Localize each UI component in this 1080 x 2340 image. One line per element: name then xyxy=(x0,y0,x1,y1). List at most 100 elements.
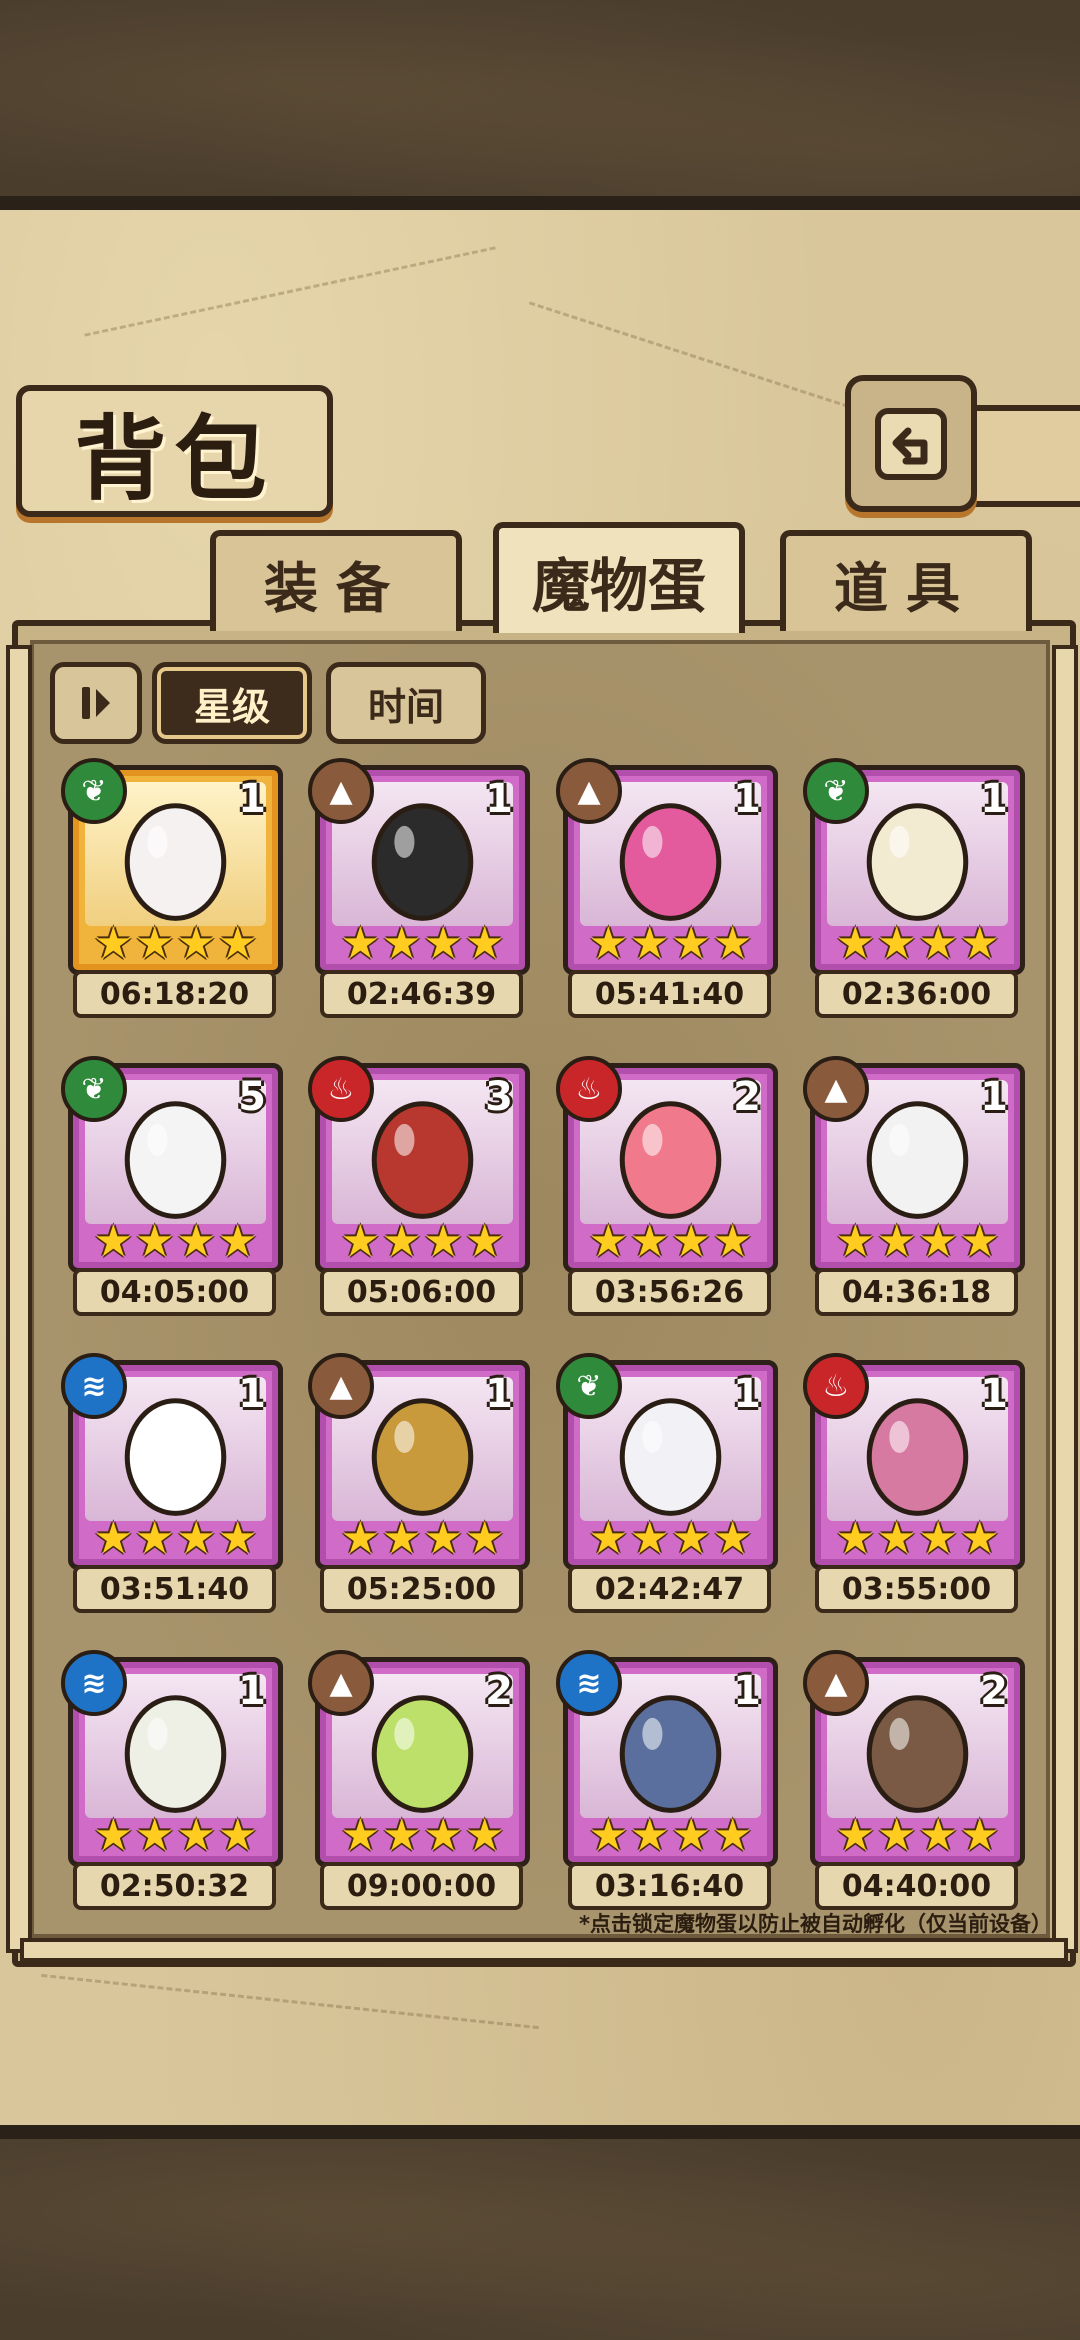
hatch-timer: 02:46:39 xyxy=(320,970,523,1018)
star-icon: ★ xyxy=(423,918,463,969)
sort-order-toggle[interactable] xyxy=(50,662,142,744)
egg-card[interactable]: ▲ 1 ★ ★ ★ ★ xyxy=(803,1056,1025,1273)
star-icon: ★ xyxy=(835,1810,876,1861)
map-route xyxy=(41,1973,539,2030)
star-icon: ★ xyxy=(382,1216,422,1267)
star-rating: ★ ★ ★ ★ xyxy=(83,922,268,966)
nature-icon: ❦ xyxy=(61,1056,127,1122)
star-icon: ★ xyxy=(176,1216,216,1267)
egg-card[interactable]: ▲ 1 ★ ★ ★ ★ xyxy=(308,758,530,975)
star-icon: ★ xyxy=(340,918,381,969)
star-icon: ★ xyxy=(671,1513,711,1564)
egg-card[interactable]: ▲ 1 ★ ★ ★ ★ xyxy=(308,1353,530,1570)
egg-card[interactable]: ▲ 2 ★ ★ ★ ★ xyxy=(803,1650,1025,1867)
star-icon: ★ xyxy=(918,918,958,969)
hatch-timer: 03:51:40 xyxy=(73,1565,276,1613)
star-rating: ★ ★ ★ ★ xyxy=(330,922,515,966)
board-rail-bottom xyxy=(20,1938,1068,1962)
egg-card[interactable]: ≋ 1 ★ ★ ★ ★ xyxy=(61,1650,283,1867)
star-icon: ★ xyxy=(835,918,876,969)
star-icon: ★ xyxy=(217,1513,258,1564)
earth-icon: ▲ xyxy=(803,1650,869,1716)
hatch-timer: 05:06:00 xyxy=(320,1268,523,1316)
star-icon: ★ xyxy=(959,1513,1000,1564)
star-rating: ★ ★ ★ ★ xyxy=(578,1517,763,1561)
hatch-timer: 02:50:32 xyxy=(73,1862,276,1910)
egg-card[interactable]: ❦ 1 ★ ★ ★ ★ xyxy=(61,758,283,975)
tab-label: 魔物蛋 xyxy=(531,551,706,620)
star-icon: ★ xyxy=(423,1216,463,1267)
hatch-timer: 06:18:20 xyxy=(73,970,276,1018)
star-icon: ★ xyxy=(176,1513,216,1564)
egg-card[interactable]: ≋ 1 ★ ★ ★ ★ xyxy=(556,1650,778,1867)
star-icon: ★ xyxy=(918,1810,958,1861)
egg-count: 1 xyxy=(980,1371,1008,1417)
sort-by-star-button[interactable]: 星级 xyxy=(152,662,312,744)
egg-card[interactable]: ≋ 1 ★ ★ ★ ★ xyxy=(61,1353,283,1570)
hatch-timer: 02:36:00 xyxy=(815,970,1018,1018)
star-rating: ★ ★ ★ ★ xyxy=(578,1220,763,1264)
egg-count: 2 xyxy=(485,1668,513,1714)
star-icon: ★ xyxy=(464,1216,505,1267)
star-icon: ★ xyxy=(959,918,1000,969)
star-rating: ★ ★ ★ ★ xyxy=(330,1814,515,1858)
star-icon: ★ xyxy=(671,1216,711,1267)
egg-count: 1 xyxy=(980,1074,1008,1120)
tab-monster-eggs[interactable]: 魔物蛋 xyxy=(493,522,745,633)
back-button[interactable] xyxy=(845,375,977,512)
tab-items[interactable]: 道具 xyxy=(780,530,1032,631)
star-icon: ★ xyxy=(135,1216,175,1267)
star-icon: ★ xyxy=(630,1216,670,1267)
water-icon: ≋ xyxy=(556,1650,622,1716)
star-icon: ★ xyxy=(588,918,629,969)
star-icon: ★ xyxy=(176,1810,216,1861)
egg-count: 1 xyxy=(980,776,1008,822)
star-icon: ★ xyxy=(382,1810,422,1861)
star-icon: ★ xyxy=(340,1513,381,1564)
nature-icon: ❦ xyxy=(556,1353,622,1419)
egg-card[interactable]: ♨ 2 ★ ★ ★ ★ xyxy=(556,1056,778,1273)
star-icon: ★ xyxy=(712,1216,753,1267)
star-icon: ★ xyxy=(712,1810,753,1861)
star-icon: ★ xyxy=(135,918,175,969)
egg-count: 1 xyxy=(733,1371,761,1417)
hatch-timer: 03:56:26 xyxy=(568,1268,771,1316)
star-rating: ★ ★ ★ ★ xyxy=(825,1814,1010,1858)
title-plate: 背包 xyxy=(16,385,333,517)
star-rating: ★ ★ ★ ★ xyxy=(330,1220,515,1264)
star-icon: ★ xyxy=(630,1513,670,1564)
egg-card[interactable]: ▲ 1 ★ ★ ★ ★ xyxy=(556,758,778,975)
egg-card[interactable]: ♨ 1 ★ ★ ★ ★ xyxy=(803,1353,1025,1570)
star-icon: ★ xyxy=(464,1513,505,1564)
sort-by-time-button[interactable]: 时间 xyxy=(326,662,486,744)
egg-card[interactable]: ❦ 1 ★ ★ ★ ★ xyxy=(803,758,1025,975)
star-icon: ★ xyxy=(382,1513,422,1564)
hatch-timer: 05:41:40 xyxy=(568,970,771,1018)
star-icon: ★ xyxy=(217,1216,258,1267)
back-button-banner xyxy=(965,405,1080,507)
hatch-timer: 03:16:40 xyxy=(568,1862,771,1910)
star-rating: ★ ★ ★ ★ xyxy=(825,1517,1010,1561)
star-icon: ★ xyxy=(93,1513,134,1564)
egg-count: 3 xyxy=(485,1074,513,1120)
star-rating: ★ ★ ★ ★ xyxy=(825,922,1010,966)
egg-count: 1 xyxy=(238,776,266,822)
star-icon: ★ xyxy=(588,1810,629,1861)
hatch-timer: 09:00:00 xyxy=(320,1862,523,1910)
star-icon: ★ xyxy=(93,1810,134,1861)
star-icon: ★ xyxy=(464,1810,505,1861)
star-icon: ★ xyxy=(918,1513,958,1564)
egg-card[interactable]: ♨ 3 ★ ★ ★ ★ xyxy=(308,1056,530,1273)
egg-count: 1 xyxy=(733,1668,761,1714)
star-icon: ★ xyxy=(217,918,258,969)
egg-count: 2 xyxy=(980,1668,1008,1714)
star-rating: ★ ★ ★ ★ xyxy=(578,922,763,966)
back-arrow-icon xyxy=(875,407,947,480)
star-icon: ★ xyxy=(877,918,917,969)
earth-icon: ▲ xyxy=(556,758,622,824)
tab-equipment[interactable]: 装备 xyxy=(210,530,462,631)
egg-card[interactable]: ❦ 1 ★ ★ ★ ★ xyxy=(556,1353,778,1570)
egg-card[interactable]: ❦ 5 ★ ★ ★ ★ xyxy=(61,1056,283,1273)
star-icon: ★ xyxy=(835,1216,876,1267)
egg-card[interactable]: ▲ 2 ★ ★ ★ ★ xyxy=(308,1650,530,1867)
